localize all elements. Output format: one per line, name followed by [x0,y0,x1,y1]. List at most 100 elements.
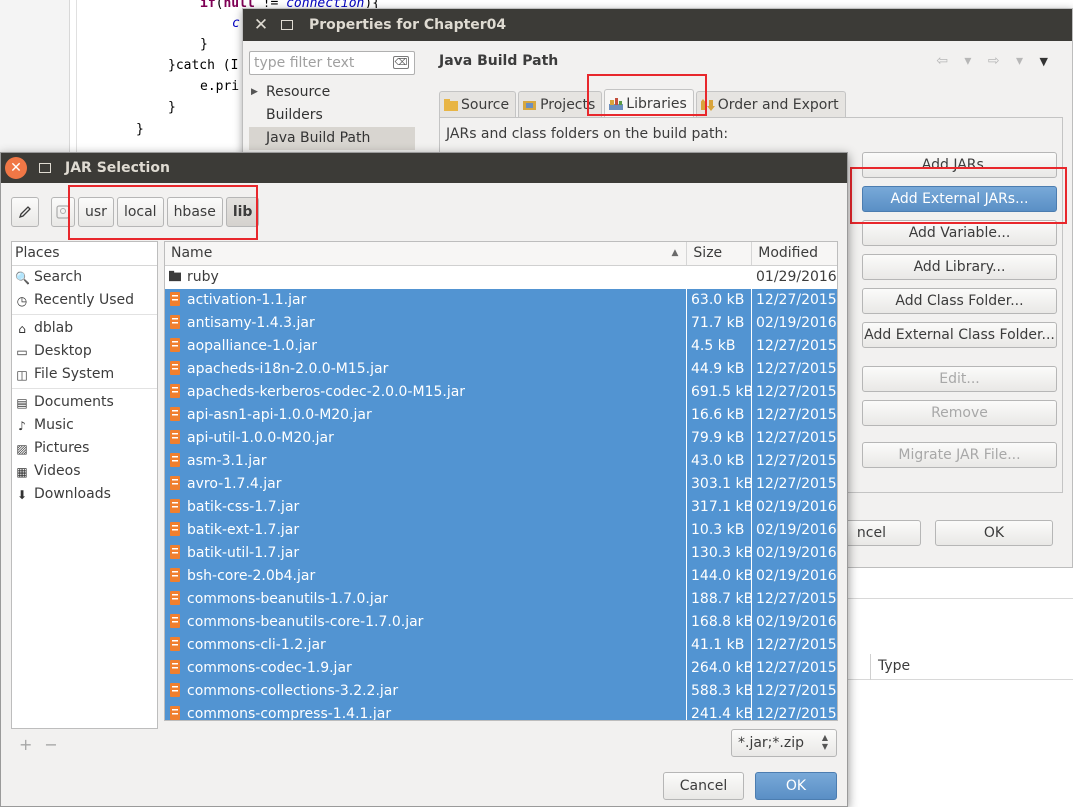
file-name: api-util-1.0.0-M20.jar [165,427,687,450]
file-row[interactable]: aopalliance-1.0.jar 4.5 kB 12/27/2015 [165,335,837,358]
jar-file-icon [170,384,180,398]
file-size: 16.6 kB [687,404,752,427]
edit-button[interactable]: Edit... [862,366,1057,392]
background-view: Type [848,568,1073,807]
path-segment-local[interactable]: local [116,197,164,227]
place-pictures[interactable]: ▨ Pictures [12,437,157,460]
file-name: commons-beanutils-core-1.7.0.jar [165,611,687,634]
file-modified: 02/19/2016 [756,522,837,538]
folder-icon [169,270,181,282]
tree-item-java-build-path[interactable]: Java Build Path [249,127,415,150]
place-music[interactable]: ♪ Music [12,414,157,437]
file-row[interactable]: commons-collections-3.2.2.jar 588.3 kB 12/… [165,680,837,703]
remove-button[interactable]: Remove [862,400,1057,426]
place-file-system[interactable]: ◫ File System [12,363,157,386]
migrate-jar-file-button[interactable]: Migrate JAR File... [862,442,1057,468]
column-modified[interactable]: Modified [752,242,837,265]
panel-label: JARs and class folders on the build path… [446,126,729,142]
tab-source[interactable]: Source [439,91,517,117]
place-dblab[interactable]: ⌂ dblab [12,317,157,340]
place-recently-used[interactable]: ◷ Recently Used [12,289,157,312]
maximize-icon[interactable] [39,163,51,173]
code-line: }catch (I [168,58,239,73]
file-row[interactable]: activation-1.1.jar 63.0 kB 12/27/2015 [165,289,837,312]
projects-icon [523,100,537,110]
file-row[interactable]: commons-beanutils-1.7.0.jar 188.7 kB 12/27… [165,588,837,611]
add-library-button[interactable]: Add Library... [862,254,1057,280]
tab-libraries[interactable]: Libraries [604,89,694,117]
file-size: 44.9 kB [687,358,752,381]
close-icon[interactable]: ✕ [253,15,269,35]
type-location-button[interactable] [11,197,39,227]
path-segment-lib[interactable]: lib [225,197,260,227]
file-name: batik-ext-1.7.jar [165,519,687,542]
add-jars-button[interactable]: Add JARs... [862,152,1057,178]
file-modified: 12/27/2015 [756,591,837,607]
add-external-jars-button[interactable]: Add External JARs... [862,186,1057,212]
place-videos[interactable]: ▦ Videos [12,460,157,483]
places-sidebar: Places 🔍 Search ◷ Recently Used ⌂ dblab ▭ De… [11,241,158,729]
jar-cancel-button[interactable]: Cancel [663,772,744,800]
column-size[interactable]: Size [687,242,753,265]
clear-filter-icon[interactable]: ⌫ [393,56,409,69]
add-variable-button[interactable]: Add Variable... [862,220,1057,246]
jar-file-icon [170,637,180,651]
add-external-class-folder-button[interactable]: Add External Class Folder... [862,322,1057,348]
add-place-button[interactable]: + [19,735,44,754]
file-size: 144.0 kB [687,565,752,588]
file-row[interactable]: batik-ext-1.7.jar 10.3 kB 02/19/2016 [165,519,837,542]
jar-file-icon [170,568,180,582]
path-segment-hbase[interactable]: hbase [166,197,223,227]
add-class-folder-button[interactable]: Add Class Folder... [862,288,1057,314]
path-segment-usr[interactable]: usr [78,197,114,227]
file-name: commons-collections-3.2.2.jar [165,680,687,703]
file-modified: 02/19/2016 [756,614,837,630]
file-row[interactable]: ruby 01/29/2016 [165,266,837,289]
place-search[interactable]: 🔍 Search [12,266,157,289]
file-row[interactable]: commons-beanutils-core-1.7.0.jar 168.8 kB… [165,611,837,634]
clock-icon: ◷ [16,294,28,308]
file-row[interactable]: batik-css-1.7.jar 317.1 kB 02/19/2016 [165,496,837,519]
filesystem-icon [56,205,70,219]
column-name[interactable]: Name ▲ [165,242,688,265]
file-modified: 12/27/2015 [756,683,837,699]
places-header[interactable]: Places [12,242,157,266]
file-row[interactable]: antisamy-1.4.3.jar 71.7 kB 02/19/2016 [165,312,837,335]
place-desktop[interactable]: ▭ Desktop [12,340,157,363]
properties-title: Properties for Chapter04 [309,17,507,33]
file-modified: 12/27/2015 [756,338,837,354]
expand-arrow-icon[interactable]: ▶ [251,81,258,104]
file-row[interactable]: bsh-core-2.0b4.jar 144.0 kB 02/19/2016 [165,565,837,588]
file-list-header: Name ▲ Size Modified [165,242,837,266]
file-row[interactable]: apacheds-kerberos-codec-2.0.0-M15.jar 691… [165,381,837,404]
filter-input[interactable]: type filter text ⌫ [249,51,415,75]
place-downloads[interactable]: ⬇ Downloads [12,483,157,506]
view-menu-icon[interactable]: ▼ [1040,55,1054,68]
close-icon[interactable]: ✕ [5,157,27,179]
file-type-filter[interactable]: *.jar;*.zip ▲ ▼ [731,729,837,757]
nav-arrows[interactable]: ⇦ ▾ ⇨ ▾ ▼ [936,53,1054,69]
file-row[interactable]: batik-util-1.7.jar 130.3 kB 02/19/2016 [165,542,837,565]
file-row[interactable]: api-util-1.0.0-M20.jar 79.9 kB 12/27/2015 [165,427,837,450]
tab-order-and-export[interactable]: Order and Export [695,91,846,117]
file-row[interactable]: avro-1.7.4.jar 303.1 kB 12/27/2015 [165,473,837,496]
tab-projects[interactable]: Projects [518,91,603,117]
file-row[interactable]: commons-compress-1.4.1.jar 241.4 kB 12/27/… [165,703,837,720]
file-row[interactable]: api-asn1-api-1.0.0-M20.jar 16.6 kB 12/27/2… [165,404,837,427]
tree-item-builders[interactable]: Builders [249,104,415,127]
place-documents[interactable]: ▤ Documents [12,391,157,414]
maximize-icon[interactable] [281,20,293,30]
root-path-button[interactable] [51,197,75,227]
file-name: aopalliance-1.0.jar [165,335,687,358]
page-header: Java Build Path [439,53,559,69]
file-name: batik-util-1.7.jar [165,542,687,565]
file-row[interactable]: apacheds-i18n-2.0.0-M15.jar 44.9 kB 12/27/… [165,358,837,381]
tree-item-resource[interactable]: ▶ Resource [249,81,415,104]
file-row[interactable]: commons-cli-1.2.jar 41.1 kB 12/27/2015 [165,634,837,657]
file-row[interactable]: commons-codec-1.9.jar 264.0 kB 12/27/2015 [165,657,837,680]
remove-place-button[interactable]: − [44,735,69,754]
jar-ok-button[interactable]: OK [755,772,837,800]
properties-ok-button[interactable]: OK [935,520,1053,546]
file-size: 241.4 kB [687,703,752,720]
file-row[interactable]: asm-3.1.jar 43.0 kB 12/27/2015 [165,450,837,473]
